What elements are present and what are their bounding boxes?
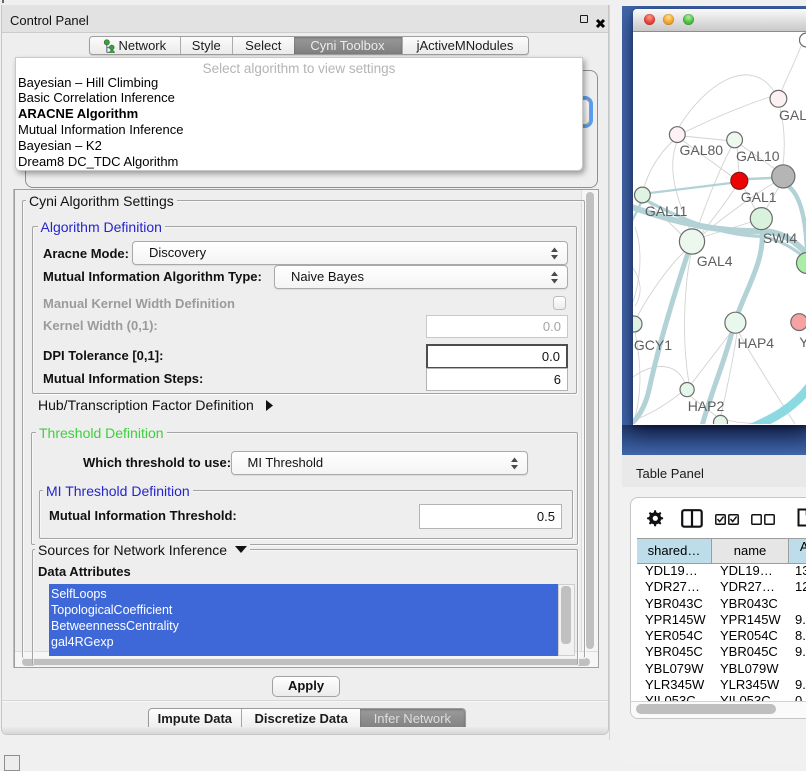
svg-text:GCY1: GCY1 — [634, 337, 672, 353]
svg-text:HAP4: HAP4 — [738, 335, 775, 351]
svg-text:GAL1: GAL1 — [741, 189, 777, 205]
svg-text:GAL80: GAL80 — [680, 142, 724, 158]
svg-text:Y: Y — [799, 334, 806, 350]
svg-text:HAP2: HAP2 — [688, 398, 725, 414]
svg-text:GAL2: GAL2 — [779, 107, 806, 123]
svg-text:GAL11: GAL11 — [645, 203, 688, 219]
svg-text:GAL4: GAL4 — [697, 253, 733, 269]
svg-text:SWI4: SWI4 — [763, 230, 797, 246]
svg-text:GAL10: GAL10 — [736, 148, 780, 164]
